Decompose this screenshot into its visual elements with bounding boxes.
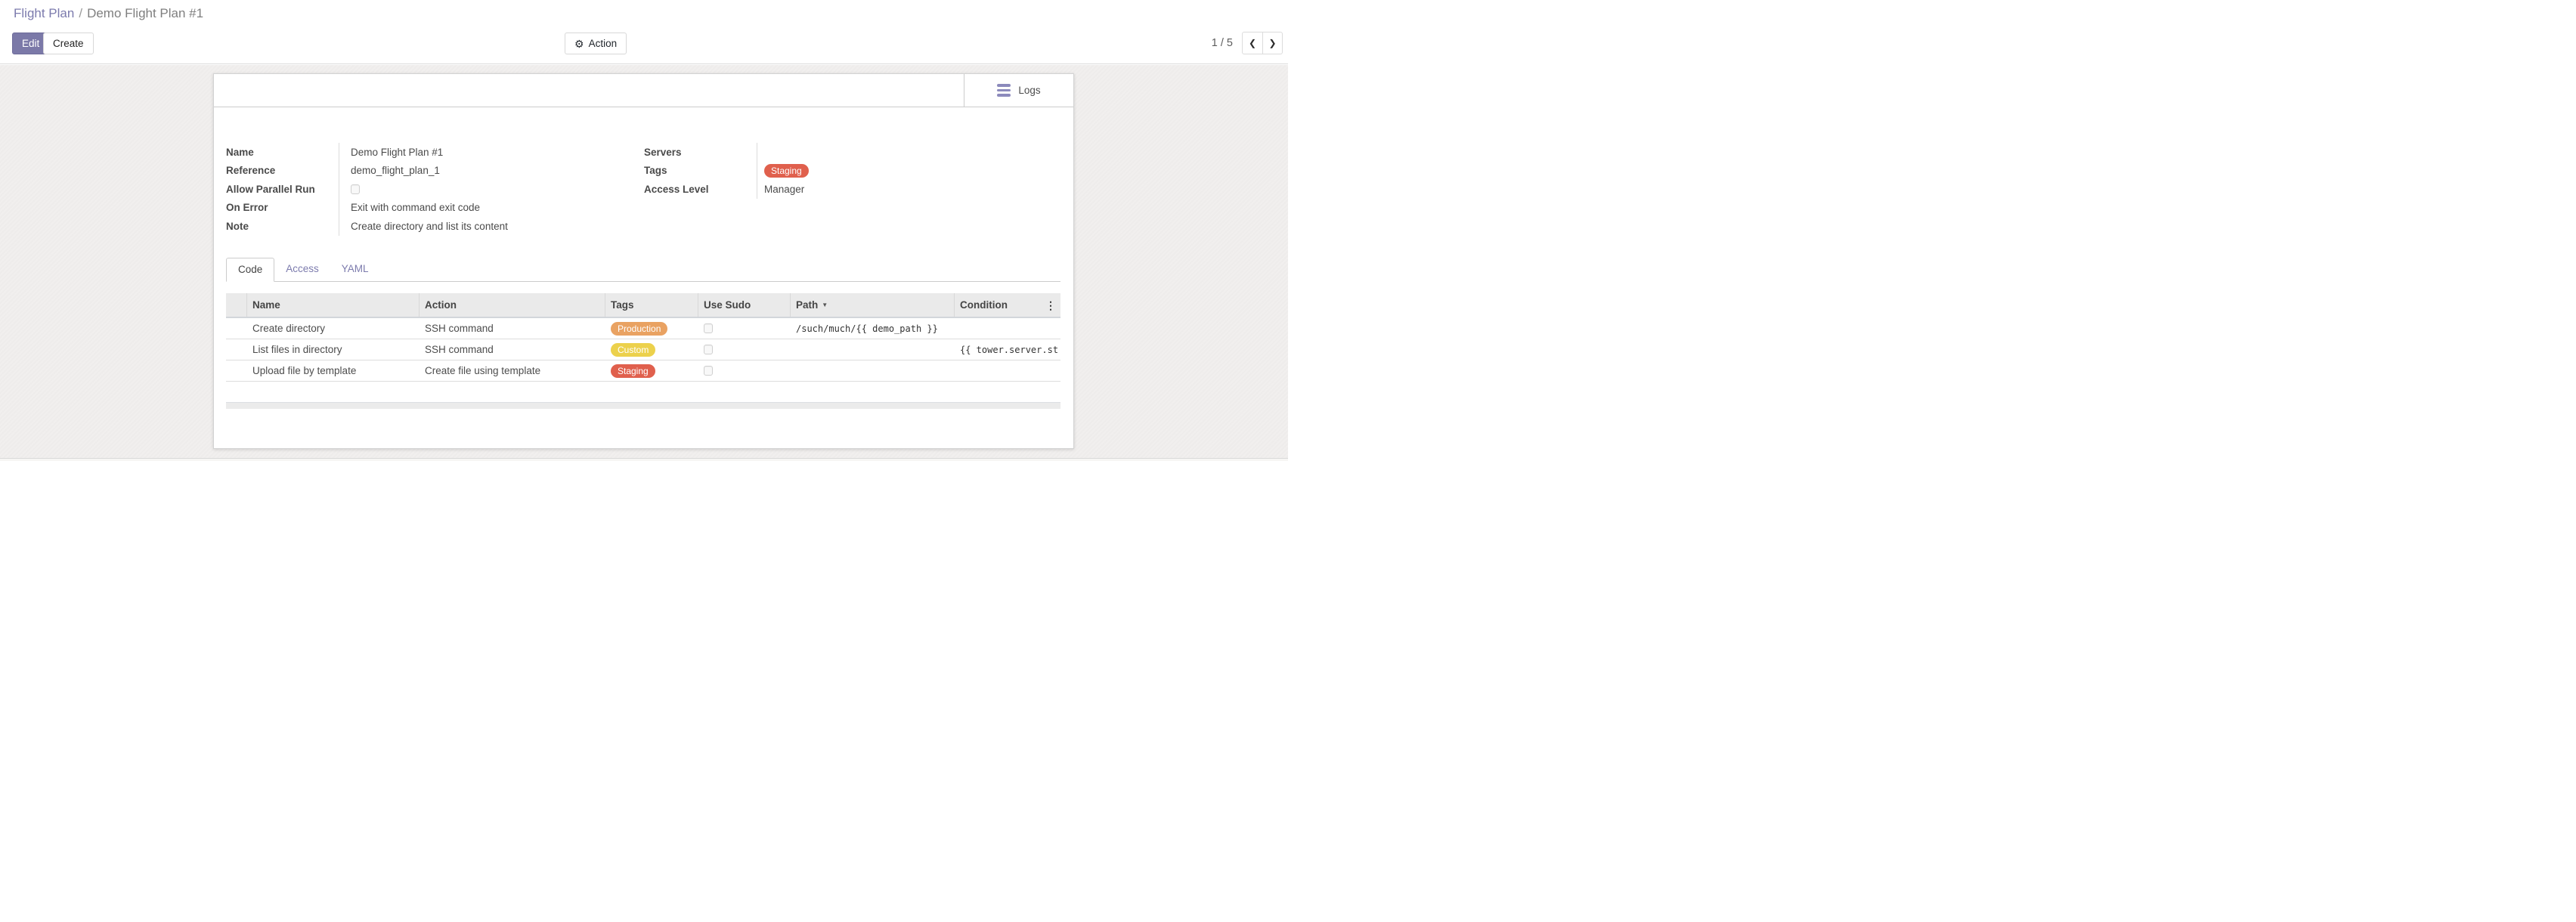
field-reference-value: demo_flight_plan_1 (339, 165, 440, 176)
row-action-cell: SSH command (420, 323, 605, 334)
column-options-icon[interactable]: ⋮ (1045, 300, 1056, 311)
tab-bar: Code Access YAML (226, 258, 1060, 282)
action-menu-label: Action (589, 38, 618, 49)
field-group-right: Servers Tags Staging Access Level Manage… (644, 143, 1052, 236)
field-on-error-value: Exit with command exit code (339, 202, 480, 213)
field-servers-label: Servers (644, 143, 757, 162)
row-path-cell: /such/much/{{ demo_path }} (791, 323, 955, 334)
row-tags-cell: Production (605, 322, 698, 336)
content-area: Logs Name Demo Flight Plan #1 Reference … (0, 65, 1288, 461)
row-tags-cell: Custom (605, 343, 698, 357)
pager-next-button[interactable]: ❯ (1262, 32, 1282, 54)
form-card-header: Logs (214, 74, 1073, 107)
notebook: Code Access YAML Name Action Tags Use Su… (226, 258, 1060, 409)
use-sudo-checkbox (704, 323, 713, 333)
row-use-sudo-cell (698, 366, 791, 376)
control-panel: Flight Plan/Demo Flight Plan #1 Edit Cre… (0, 0, 1288, 64)
row-name-cell: List files in directory (247, 344, 420, 355)
table-header-path[interactable]: Path ▼ (791, 293, 955, 317)
breadcrumb: Flight Plan / Demo Flight Plan #1 (14, 6, 203, 21)
field-reference: Reference demo_flight_plan_1 (226, 162, 644, 181)
table-header-handle (226, 293, 247, 317)
table-header-row: Name Action Tags Use Sudo Path ▼ Conditi… (226, 293, 1060, 318)
tag-badge-custom: Custom (611, 343, 655, 357)
field-note-value: Create directory and list its content (339, 221, 508, 232)
row-use-sudo-cell (698, 323, 791, 333)
gear-icon: ⚙ (574, 39, 584, 49)
bottom-divider (0, 458, 1288, 461)
sort-desc-icon: ▼ (822, 302, 828, 308)
breadcrumb-current: Demo Flight Plan #1 (87, 6, 203, 20)
field-tags-value: Staging (757, 164, 809, 178)
field-allow-parallel-run-value (339, 184, 360, 194)
breadcrumb-separator: / (79, 6, 82, 20)
tag-badge-production: Production (611, 322, 667, 336)
row-name-cell: Upload file by template (247, 365, 420, 376)
use-sudo-checkbox (704, 345, 713, 354)
row-name-cell: Create directory (247, 323, 420, 334)
table-row[interactable]: List files in directory SSH command Cust… (226, 339, 1060, 360)
create-button[interactable]: Create (43, 32, 94, 54)
pager: 1 / 5 ❮ ❯ (1212, 32, 1283, 54)
field-group-left: Name Demo Flight Plan #1 Reference demo_… (226, 143, 644, 236)
tab-code[interactable]: Code (226, 258, 274, 282)
table-header-path-label: Path (796, 299, 818, 311)
table-header-name[interactable]: Name (247, 293, 420, 317)
tab-access[interactable]: Access (274, 258, 330, 281)
horizontal-scrollbar[interactable] (226, 402, 1060, 409)
field-tags: Tags Staging (644, 162, 1052, 181)
field-tags-label: Tags (644, 162, 757, 181)
pager-buttons: ❮ ❯ (1242, 32, 1283, 54)
allow-parallel-run-checkbox (351, 184, 360, 194)
field-on-error: On Error Exit with command exit code (226, 199, 644, 218)
field-name: Name Demo Flight Plan #1 (226, 143, 644, 162)
logs-stat-button[interactable]: Logs (964, 74, 1073, 107)
chevron-left-icon: ❮ (1249, 38, 1256, 48)
table-header-use-sudo[interactable]: Use Sudo (698, 293, 791, 317)
row-action-cell: Create file using template (420, 365, 605, 376)
field-servers: Servers (644, 143, 1052, 162)
field-name-label: Name (226, 143, 339, 162)
row-use-sudo-cell (698, 345, 791, 354)
field-name-value: Demo Flight Plan #1 (339, 147, 443, 158)
table-header-condition[interactable]: Condition ⋮ (955, 293, 1060, 317)
field-access-level: Access Level Manager (644, 180, 1052, 199)
pager-prev-button[interactable]: ❮ (1243, 32, 1262, 54)
breadcrumb-parent-link[interactable]: Flight Plan (14, 6, 74, 20)
pager-counter: 1 / 5 (1212, 37, 1233, 49)
table-row[interactable]: Create directory SSH command Production … (226, 318, 1060, 339)
field-access-level-label: Access Level (644, 180, 757, 199)
table-header-condition-label: Condition (960, 299, 1008, 311)
form-card: Logs Name Demo Flight Plan #1 Reference … (213, 73, 1074, 449)
table-header-action[interactable]: Action (420, 293, 605, 317)
table-row[interactable]: Upload file by template Create file usin… (226, 360, 1060, 382)
field-note: Note Create directory and list its conte… (226, 217, 644, 236)
action-menu-button[interactable]: ⚙ Action (565, 32, 627, 54)
field-reference-label: Reference (226, 162, 339, 181)
field-allow-parallel-run-label: Allow Parallel Run (226, 180, 339, 199)
tab-yaml[interactable]: YAML (330, 258, 380, 281)
row-condition-cell: {{ tower.server.st (955, 345, 1060, 355)
table-header-tags[interactable]: Tags (605, 293, 698, 317)
commands-table: Name Action Tags Use Sudo Path ▼ Conditi… (226, 293, 1060, 382)
tag-badge-staging-row: Staging (611, 364, 655, 378)
field-note-label: Note (226, 217, 339, 236)
field-access-level-value: Manager (757, 184, 804, 195)
row-action-cell: SSH command (420, 344, 605, 355)
list-lines-icon (997, 84, 1011, 97)
chevron-right-icon: ❯ (1268, 38, 1276, 48)
row-tags-cell: Staging (605, 364, 698, 378)
form-fields: Name Demo Flight Plan #1 Reference demo_… (226, 143, 1073, 236)
field-on-error-label: On Error (226, 199, 339, 218)
logs-stat-label: Logs (1018, 85, 1040, 96)
use-sudo-checkbox (704, 366, 713, 376)
field-allow-parallel-run: Allow Parallel Run (226, 180, 644, 199)
tag-badge-staging: Staging (764, 164, 809, 178)
